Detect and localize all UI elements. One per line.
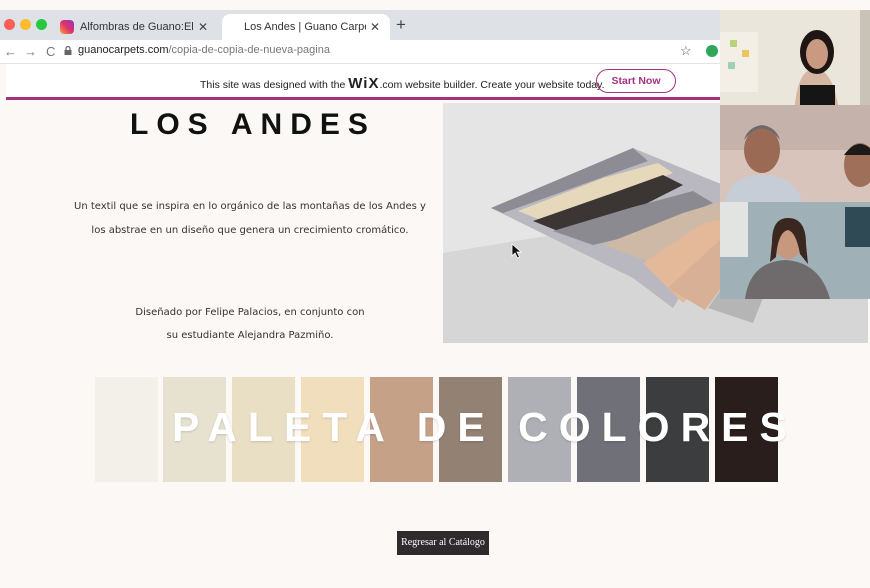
tab-alfombras[interactable]: Alfombras de Guano:El Proyec ✕ (50, 14, 218, 40)
close-tab-icon[interactable]: ✕ (366, 20, 384, 34)
bookmark-star-icon[interactable]: ☆ (680, 43, 692, 59)
participant-3-video (720, 202, 870, 299)
wix-text-after: .com website builder. Create your websit… (379, 79, 605, 91)
forward-button[interactable]: → (24, 44, 37, 59)
mouse-cursor-icon (511, 243, 523, 259)
browser-tab-bar: Alfombras de Guano:El Proyec ✕ Los Andes… (0, 10, 720, 40)
screen: Alfombras de Guano:El Proyec ✕ Los Andes… (0, 0, 870, 588)
video-tile-participant-1[interactable] (720, 10, 870, 105)
address-bar: ← → C guanocarpets.com/copia-de-copia-de… (0, 40, 720, 64)
description: Un textil que se inspira en lo orgánico … (60, 195, 440, 243)
participant-2-video (720, 105, 870, 202)
extension-icon[interactable] (706, 45, 718, 57)
wix-logo: WiX (348, 75, 380, 92)
description-line: los abstrae en un diseño que genera un c… (91, 225, 409, 236)
back-button[interactable]: ← (4, 44, 17, 59)
palette-swatch (95, 377, 158, 482)
credit-line: Diseñado por Felipe Palacios, en conjunt… (135, 307, 365, 318)
video-tile-participant-2[interactable] (720, 105, 870, 202)
credit-text: Diseñado por Felipe Palacios, en conjunt… (60, 301, 440, 347)
tab-los-andes[interactable]: Los Andes | Guano Carpets ✕ (222, 14, 390, 40)
url-path: /copia-de-copia-de-nueva-pagina (168, 44, 330, 56)
url-field[interactable]: guanocarpets.com/copia-de-copia-de-nueva… (78, 44, 330, 56)
palette-title: PALETA DE COLORES (172, 404, 798, 450)
maximize-window-button[interactable] (36, 19, 47, 30)
close-window-button[interactable] (4, 19, 15, 30)
minimize-window-button[interactable] (20, 19, 31, 30)
instagram-icon (60, 20, 74, 34)
video-tile-participant-3[interactable] (720, 202, 870, 299)
wix-banner: This site was designed with the WiX.com … (6, 64, 720, 100)
back-to-catalog-button[interactable]: Regresar al Catálogo (397, 531, 489, 555)
lock-icon (64, 46, 72, 55)
wix-banner-text: This site was designed with the WiX.com … (200, 75, 605, 92)
page-title: LOS ANDES (130, 108, 376, 141)
credit-line: su estudiante Alejandra Pazmiño. (166, 330, 334, 341)
reload-button[interactable]: C (46, 44, 55, 59)
tab-label: Los Andes | Guano Carpets (244, 21, 366, 33)
close-tab-icon[interactable]: ✕ (194, 20, 212, 34)
start-now-button[interactable]: Start Now (596, 69, 676, 93)
new-tab-button[interactable]: + (396, 15, 406, 35)
tab-label: Alfombras de Guano:El Proyec (80, 21, 194, 33)
description-line: Un textil que se inspira en lo orgánico … (74, 201, 426, 212)
wix-text-before: This site was designed with the (200, 79, 349, 91)
url-host: guanocarpets.com (78, 44, 169, 56)
participant-1-video (720, 10, 870, 105)
